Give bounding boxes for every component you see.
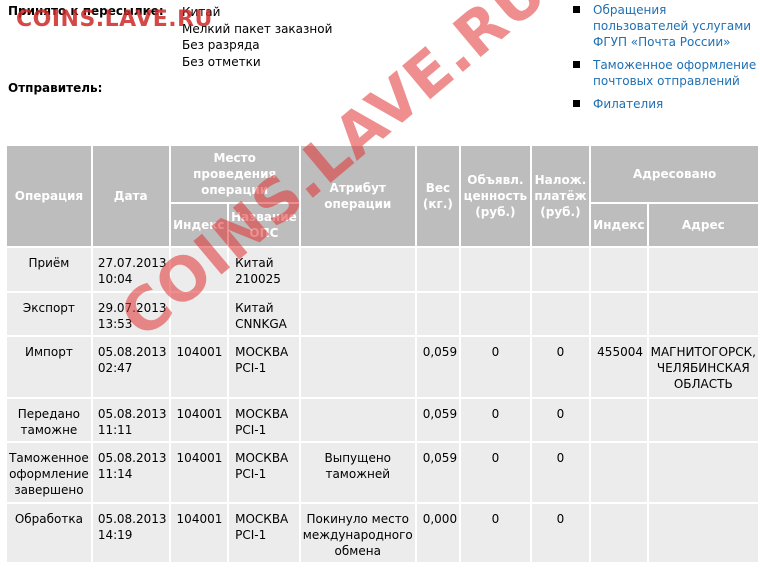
cell-ops: МОСКВА PCI-1 bbox=[227, 397, 301, 443]
header-addr-index: Индекс bbox=[589, 202, 649, 248]
cell-operation: Таможенное оформление завершено bbox=[5, 441, 93, 504]
side-link-label[interactable]: Филателия bbox=[593, 97, 663, 111]
cell-address: МАГНИТОГОРСК, ЧЕЛЯБИНСКАЯ ОБЛАСТЬ bbox=[646, 335, 760, 399]
cell-date: 27.07.2013 10:04 bbox=[90, 246, 171, 293]
cell-weight: 0,059 bbox=[414, 441, 462, 504]
header-addr-address: Адрес bbox=[646, 202, 760, 248]
square-bullet-icon bbox=[573, 100, 580, 107]
cell-operation: Экспорт bbox=[5, 291, 93, 337]
cell-address bbox=[646, 397, 760, 443]
cell-index bbox=[168, 291, 230, 337]
cell-weight bbox=[414, 291, 462, 337]
cell-declared: 0 bbox=[459, 441, 532, 504]
side-link-label[interactable]: Обращения пользователей услугами ФГУП «П… bbox=[593, 3, 751, 49]
cell-declared: 0 bbox=[459, 335, 532, 399]
square-bullet-icon bbox=[573, 6, 580, 13]
cell-operation: Передано таможне bbox=[5, 397, 93, 443]
table-row: Экспорт 29.07.2013 13:53 Китай CNNKGA bbox=[5, 291, 760, 337]
cell-operation: Импорт bbox=[5, 335, 93, 399]
accepted-mark: Без отметки bbox=[182, 54, 261, 69]
cell-address bbox=[646, 291, 760, 337]
cell-attribute: Покинуло место международного обмена bbox=[298, 502, 417, 564]
side-links: Обращения пользователей услугами ФГУП «П… bbox=[572, 2, 760, 119]
cell-ops: Китай 210025 bbox=[227, 246, 301, 293]
cell-address bbox=[646, 502, 760, 564]
cell-index bbox=[168, 246, 230, 293]
cell-index: 104001 bbox=[168, 441, 230, 504]
cell-operation: Обработка bbox=[5, 502, 93, 564]
cell-address bbox=[646, 441, 760, 504]
cell-cod: 0 bbox=[529, 335, 592, 399]
side-link-label[interactable]: Таможенное оформление почтовых отправлен… bbox=[593, 58, 756, 88]
accepted-details: Китай Мелкий пакет заказной Без разряда … bbox=[182, 4, 332, 70]
header-date: Дата bbox=[90, 144, 171, 248]
accepted-country: Китай bbox=[182, 5, 221, 19]
tracking-table: Операция Дата Место проведения операции … bbox=[5, 144, 760, 564]
cell-date: 05.08.2013 14:19 bbox=[90, 502, 171, 564]
table-row: Импорт 05.08.2013 02:47 104001 МОСКВА PC… bbox=[5, 335, 760, 399]
table-row: Приём 27.07.2013 10:04 Китай 210025 bbox=[5, 246, 760, 293]
cell-declared: 0 bbox=[459, 502, 532, 564]
cell-attribute: Выпущено таможней bbox=[298, 441, 417, 504]
side-link-philately[interactable]: Филателия bbox=[572, 96, 760, 112]
cell-cod bbox=[529, 246, 592, 293]
accepted-category: Без разряда bbox=[182, 38, 260, 52]
cell-weight bbox=[414, 246, 462, 293]
cell-declared: 0 bbox=[459, 397, 532, 443]
cell-operation: Приём bbox=[5, 246, 93, 293]
cell-declared bbox=[459, 291, 532, 337]
header-declared-value: Объявл. ценность (руб.) bbox=[459, 144, 532, 248]
cell-attribute bbox=[298, 397, 417, 443]
header-operation: Операция bbox=[5, 144, 93, 248]
cell-attribute bbox=[298, 335, 417, 399]
cell-attribute bbox=[298, 246, 417, 293]
cell-ops: МОСКВА PCI-1 bbox=[227, 502, 301, 564]
cell-addr-index bbox=[589, 246, 649, 293]
cell-ops: Китай CNNKGA bbox=[227, 291, 301, 337]
side-link-appeals[interactable]: Обращения пользователей услугами ФГУП «П… bbox=[572, 2, 760, 50]
cell-date: 05.08.2013 02:47 bbox=[90, 335, 171, 399]
cell-addr-index bbox=[589, 502, 649, 564]
header-index: Индекс bbox=[168, 202, 230, 248]
cell-addr-index bbox=[589, 397, 649, 443]
cell-cod: 0 bbox=[529, 441, 592, 504]
cell-weight: 0,059 bbox=[414, 397, 462, 443]
cell-date: 29.07.2013 13:53 bbox=[90, 291, 171, 337]
cell-addr-index: 455004 bbox=[589, 335, 649, 399]
accepted-type: Мелкий пакет заказной bbox=[182, 21, 333, 36]
cell-weight: 0,059 bbox=[414, 335, 462, 399]
header-addressed: Адресовано bbox=[589, 144, 760, 204]
cell-date: 05.08.2013 11:14 bbox=[90, 441, 171, 504]
cell-addr-index bbox=[589, 291, 649, 337]
cell-cod bbox=[529, 291, 592, 337]
header-cod: Налож. платёж (руб.) bbox=[529, 144, 592, 248]
cell-ops: МОСКВА PCI-1 bbox=[227, 335, 301, 399]
cell-addr-index bbox=[589, 441, 649, 504]
table-row: Передано таможне 05.08.2013 11:11 104001… bbox=[5, 397, 760, 443]
cell-cod: 0 bbox=[529, 397, 592, 443]
cell-index: 104001 bbox=[168, 502, 230, 564]
header-ops-name: Название ОПС bbox=[227, 202, 301, 248]
cell-attribute bbox=[298, 291, 417, 337]
square-bullet-icon bbox=[573, 61, 580, 68]
cell-declared bbox=[459, 246, 532, 293]
cell-date: 05.08.2013 11:11 bbox=[90, 397, 171, 443]
sender-label: Отправитель: bbox=[8, 81, 103, 95]
side-link-customs[interactable]: Таможенное оформление почтовых отправлен… bbox=[572, 57, 760, 89]
cell-ops: МОСКВА PCI-1 bbox=[227, 441, 301, 504]
header-place: Место проведения операции bbox=[168, 144, 301, 204]
accepted-label: Принято к пересылке: bbox=[8, 4, 164, 18]
cell-address bbox=[646, 246, 760, 293]
cell-weight: 0,000 bbox=[414, 502, 462, 564]
header-attribute: Атрибут операции bbox=[298, 144, 417, 248]
table-row: Таможенное оформление завершено 05.08.20… bbox=[5, 441, 760, 504]
cell-index: 104001 bbox=[168, 335, 230, 399]
cell-cod: 0 bbox=[529, 502, 592, 564]
header-weight: Вес (кг.) bbox=[414, 144, 462, 248]
cell-index: 104001 bbox=[168, 397, 230, 443]
table-row: Обработка 05.08.2013 14:19 104001 МОСКВА… bbox=[5, 502, 760, 564]
